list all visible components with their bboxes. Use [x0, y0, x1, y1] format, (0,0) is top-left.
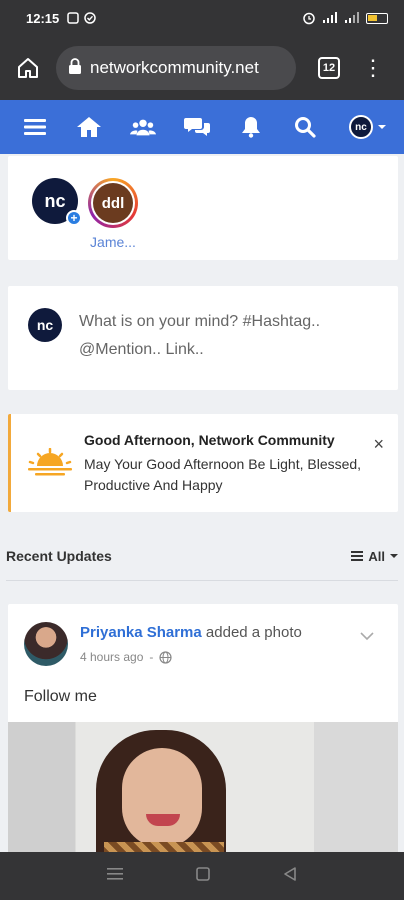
post-meta: 4 hours ago - [80, 650, 172, 664]
post-caption: Follow me [24, 688, 97, 705]
story-add[interactable]: nc + [32, 178, 82, 226]
story-name[interactable]: Jame... [88, 234, 138, 250]
site-nav: nc [0, 100, 404, 154]
greeting-body: May Your Good Afternoon Be Light, Blesse… [84, 456, 362, 493]
system-nav-bar [0, 852, 404, 900]
status-time: 12:15 [26, 10, 60, 26]
profile-menu[interactable]: nc [346, 114, 390, 140]
chat-icon[interactable] [184, 114, 210, 140]
lock-icon [68, 57, 82, 79]
tabs-icon[interactable]: 12 [318, 57, 340, 79]
alarm-icon [303, 12, 315, 25]
battery-icon [366, 12, 388, 24]
address-bar[interactable]: networkcommunity.net [56, 46, 296, 90]
chevron-down-icon [390, 554, 398, 558]
post-header: Priyanka Sharma added a photo [80, 624, 302, 641]
hamburger-icon[interactable] [22, 114, 48, 140]
signal-icon [323, 12, 337, 23]
recent-updates-header: Recent Updates All [6, 546, 398, 566]
stories-card: nc + ddl Jame... [8, 156, 398, 260]
post-time[interactable]: 4 hours ago [80, 650, 143, 664]
filter-dropdown[interactable]: All [351, 549, 398, 564]
filter-label: All [368, 548, 385, 564]
filter-icon [351, 551, 364, 561]
greeting-title: Good Afternoon, Network Community [84, 432, 335, 448]
search-icon[interactable] [292, 114, 318, 140]
check-circle-icon [84, 12, 96, 24]
post-composer: nc What is on your mind? #Hashtag.. @Men… [8, 286, 398, 390]
story-avatar: ddl [93, 183, 133, 223]
plus-icon: + [66, 210, 82, 226]
section-title: Recent Updates [6, 548, 112, 564]
greeting-card: Good Afternoon, Network Community May Yo… [8, 414, 398, 512]
house-icon[interactable] [76, 114, 102, 140]
story-item[interactable]: ddl Jame... [88, 178, 138, 250]
composer-input[interactable]: What is on your mind? #Hashtag.. @Mentio… [79, 308, 379, 364]
feed-post: Priyanka Sharma added a photo 4 hours ag… [8, 604, 398, 854]
status-notification-icons [67, 12, 96, 24]
avatar[interactable] [24, 622, 68, 666]
story-ring: ddl [88, 178, 138, 228]
post-action: added a photo [205, 624, 302, 641]
avatar: nc [349, 115, 373, 139]
groups-icon[interactable] [130, 114, 156, 140]
post-photo[interactable] [8, 722, 314, 854]
story-initials: nc [44, 190, 66, 211]
more-icon[interactable]: ⋮ [362, 57, 384, 79]
meta-separator: - [149, 650, 154, 664]
status-system-icons [302, 11, 388, 25]
home-icon[interactable] [14, 54, 42, 82]
signal-2-icon [345, 12, 359, 23]
photo-face [122, 748, 202, 848]
close-icon[interactable]: × [373, 434, 384, 455]
chevron-down-icon[interactable] [360, 628, 374, 644]
divider [6, 580, 398, 581]
browser-toolbar: networkcommunity.net 12 ⋮ [0, 36, 404, 100]
notification-icon [67, 12, 79, 24]
status-bar: 12:15 [0, 0, 404, 36]
globe-icon [159, 650, 172, 664]
story-avatar: nc + [32, 178, 82, 226]
avatar: nc [28, 308, 62, 342]
url-text: networkcommunity.net [90, 58, 259, 77]
chevron-down-icon [378, 125, 386, 129]
photo-side [314, 722, 398, 854]
post-author[interactable]: Priyanka Sharma [80, 624, 202, 641]
recent-apps-icon[interactable] [106, 867, 123, 886]
bell-icon[interactable] [238, 114, 264, 140]
sunset-icon [27, 447, 73, 481]
home-button-icon[interactable] [196, 866, 210, 886]
back-icon[interactable] [283, 866, 297, 886]
